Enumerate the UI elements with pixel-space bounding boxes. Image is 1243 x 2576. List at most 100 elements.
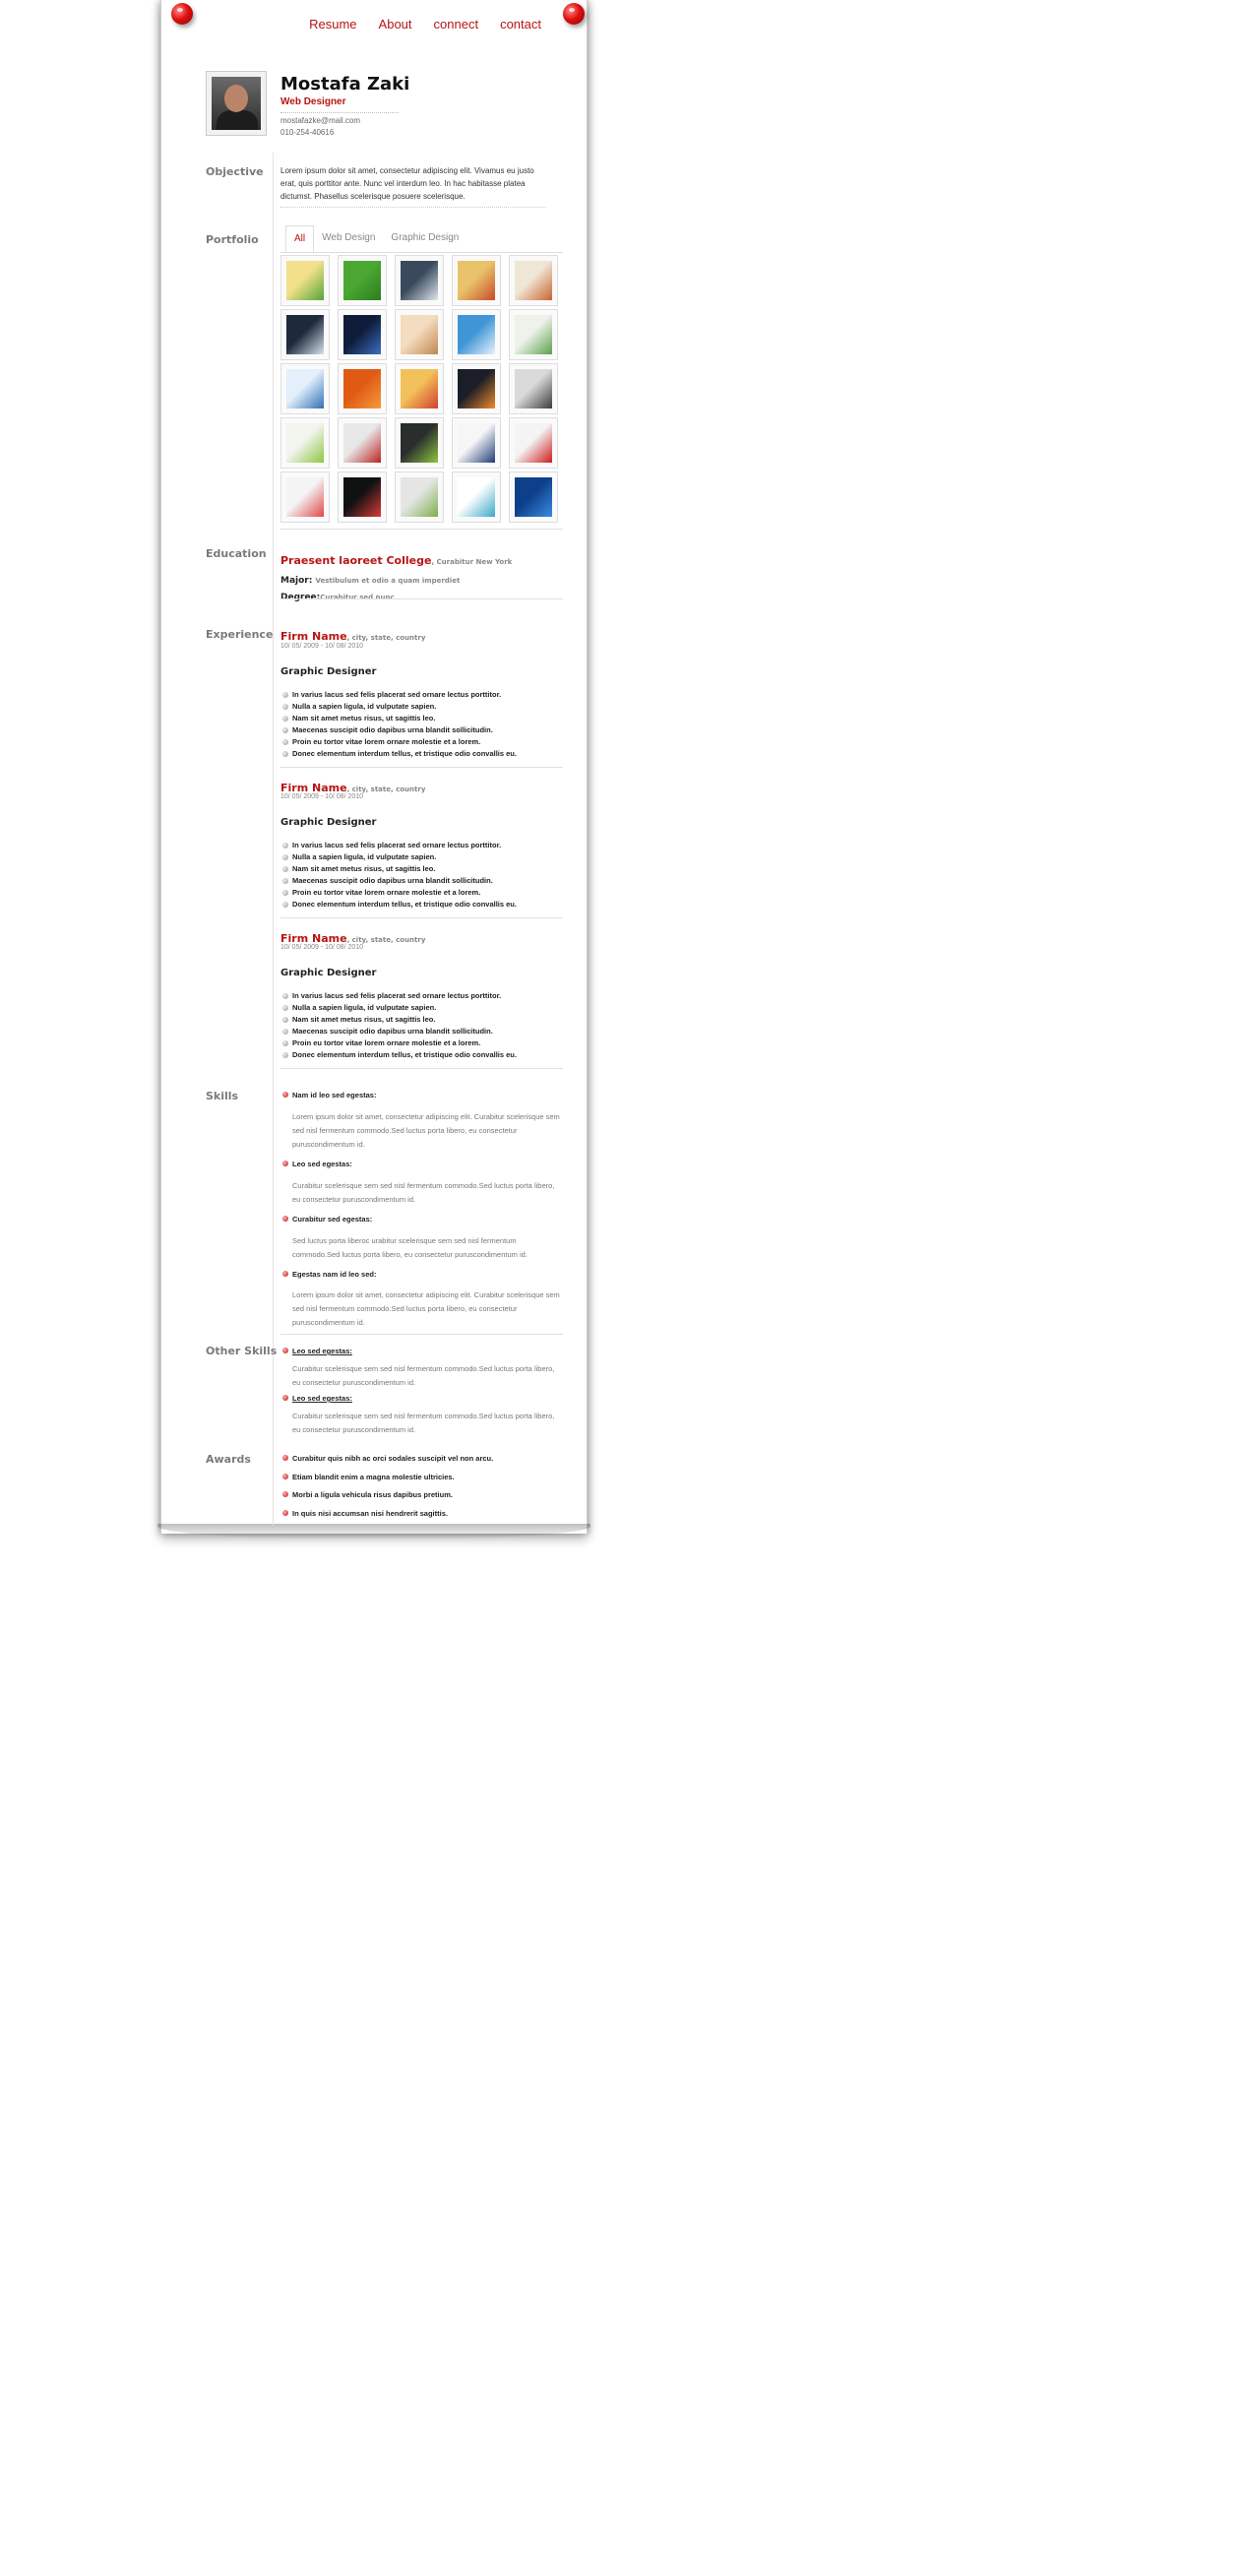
portfolio-thumbnail[interactable]	[395, 363, 444, 414]
section-label-portfolio: Portfolio	[206, 233, 259, 246]
portfolio-thumbnail-image	[343, 369, 381, 408]
portfolio-thumbnail[interactable]	[280, 417, 330, 469]
skill-1-text: Lorem ipsum dolor sit amet, consectetur …	[292, 1112, 560, 1149]
portfolio-thumbnail-image	[286, 261, 324, 300]
other-skill-2-head[interactable]: Leo sed egestas:	[282, 1394, 352, 1403]
list-item: Nam sit amet metus risus, ut sagittis le…	[282, 713, 517, 724]
job-1-firm: Firm Name	[280, 630, 347, 643]
portfolio-thumbnail[interactable]	[395, 471, 444, 523]
profile-role: Web Designer	[280, 96, 346, 107]
portfolio-thumbnail-image	[286, 369, 324, 408]
portfolio-thumbnail[interactable]	[452, 471, 501, 523]
portfolio-thumbnail[interactable]	[509, 309, 558, 360]
section-label-education: Education	[206, 547, 267, 560]
portfolio-thumbnail[interactable]	[509, 417, 558, 469]
award-item: Morbi a ligula vehicula risus dapibus pr…	[282, 1490, 453, 1499]
portfolio-thumbnail-image	[343, 477, 381, 517]
skill-1-head: Nam id leo sed egestas:	[282, 1091, 376, 1100]
job-1-bullets: In varius lacus sed felis placerat sed o…	[282, 689, 517, 760]
portfolio-thumbnail-image	[401, 315, 438, 354]
portfolio-thumbnail-image	[458, 261, 495, 300]
paper-shadow	[157, 1524, 590, 1539]
nav-about[interactable]: About	[379, 17, 412, 31]
tab-graphic-design[interactable]: Graphic Design	[383, 225, 466, 252]
portfolio-thumbnail[interactable]	[338, 255, 387, 306]
portfolio-thumbnail[interactable]	[338, 309, 387, 360]
list-item: Donec elementum interdum tellus, et tris…	[282, 899, 517, 911]
list-item: Nulla a sapien ligula, id vulputate sapi…	[282, 701, 517, 713]
major-value: Vestibulum et odio a quam imperdiet	[315, 577, 461, 585]
other-skill-1-text: Curabitur scelerisque sem sed nisl ferme…	[292, 1364, 555, 1387]
profile-phone: 010-254-40616	[280, 128, 335, 137]
portfolio-thumbnail[interactable]	[280, 255, 330, 306]
portfolio-thumbnail[interactable]	[452, 363, 501, 414]
portfolio-thumbnail[interactable]	[338, 417, 387, 469]
job-1-divider	[280, 767, 563, 768]
job-1-title: Graphic Designer	[280, 666, 377, 677]
portfolio-thumbnail[interactable]	[395, 417, 444, 469]
list-item: Proin eu tortor vitae lorem ornare moles…	[282, 736, 517, 748]
job-3-location: , city, state, country	[346, 936, 426, 944]
job-2-dates: 10/ 05/ 2009 - 10/ 08/ 2010	[280, 793, 364, 800]
portfolio-tabs: All Web Design Graphic Design	[285, 225, 466, 252]
nav-resume[interactable]: Resume	[309, 17, 356, 31]
portfolio-thumbnail-image	[458, 315, 495, 354]
list-item: Maecenas suscipit odio dapibus urna blan…	[282, 724, 517, 736]
portfolio-thumbnail[interactable]	[452, 417, 501, 469]
job-3-dates: 10/ 05/ 2009 - 10/ 08/ 2010	[280, 944, 364, 951]
job-3-bullets: In varius lacus sed felis placerat sed o…	[282, 990, 517, 1061]
tab-all[interactable]: All	[285, 225, 315, 252]
list-item: In varius lacus sed felis placerat sed o…	[282, 990, 517, 1002]
job-1-dates: 10/ 05/ 2009 - 10/ 08/ 2010	[280, 643, 364, 650]
portfolio-thumbnail[interactable]	[395, 309, 444, 360]
portfolio-thumbnail[interactable]	[338, 363, 387, 414]
section-label-other-skills: Other Skills	[206, 1345, 278, 1357]
list-item: Proin eu tortor vitae lorem ornare moles…	[282, 887, 517, 899]
portfolio-thumbnail[interactable]	[395, 255, 444, 306]
skill-2-head: Leo sed egestas:	[282, 1160, 352, 1168]
portfolio-thumbnail[interactable]	[509, 363, 558, 414]
other-skill-1-head[interactable]: Leo sed egestas:	[282, 1347, 352, 1355]
college-location: , Curabitur New York	[431, 558, 513, 566]
portfolio-thumbnail-image	[515, 315, 552, 354]
section-divider-vertical	[273, 153, 274, 1526]
skills-divider	[280, 1334, 563, 1335]
portfolio-thumbnail[interactable]	[280, 309, 330, 360]
skill-3-text: Sed luctus porta liberoc urabitur sceler…	[292, 1236, 528, 1259]
education-divider	[280, 598, 563, 599]
portfolio-thumbnail[interactable]	[280, 363, 330, 414]
top-nav: Resume About connect contact	[309, 17, 541, 31]
portfolio-thumbnail-image	[458, 477, 495, 517]
header-divider	[280, 112, 399, 113]
list-item: In varius lacus sed felis placerat sed o…	[282, 689, 517, 701]
list-item: Proin eu tortor vitae lorem ornare moles…	[282, 1037, 517, 1049]
portfolio-thumbnail[interactable]	[452, 309, 501, 360]
job-2-bullets: In varius lacus sed felis placerat sed o…	[282, 840, 517, 911]
tab-web-design[interactable]: Web Design	[314, 225, 383, 252]
section-label-objective: Objective	[206, 165, 264, 178]
job-2-location: , city, state, country	[346, 785, 426, 793]
section-label-awards: Awards	[206, 1453, 251, 1466]
objective-divider	[280, 207, 546, 208]
portfolio-thumbnail[interactable]	[338, 471, 387, 523]
portfolio-thumbnail[interactable]	[452, 255, 501, 306]
portfolio-thumbnail-image	[343, 423, 381, 463]
nav-contact[interactable]: contact	[500, 17, 541, 31]
nav-connect[interactable]: connect	[434, 17, 479, 31]
portfolio-thumbnail[interactable]	[509, 471, 558, 523]
job-3-divider	[280, 1068, 563, 1069]
award-item: In quis nisi accumsan nisi hendrerit sag…	[282, 1509, 448, 1518]
portfolio-thumbnail-image	[401, 423, 438, 463]
portfolio-thumbnail-image	[343, 315, 381, 354]
skill-4-text: Lorem ipsum dolor sit amet, consectetur …	[292, 1290, 560, 1327]
list-item: Donec elementum interdum tellus, et tris…	[282, 1049, 517, 1061]
education-college-line: Praesent laoreet College, Curabitur New …	[280, 549, 512, 568]
portfolio-thumbnail-image	[401, 477, 438, 517]
list-item: Maecenas suscipit odio dapibus urna blan…	[282, 875, 517, 887]
portfolio-thumbnail[interactable]	[280, 471, 330, 523]
portfolio-thumbnail[interactable]	[509, 255, 558, 306]
portfolio-thumbnail-image	[515, 369, 552, 408]
job-2-divider	[280, 917, 563, 918]
award-item: Curabitur quis nibh ac orci sodales susc…	[282, 1454, 493, 1463]
portfolio-tab-baseline	[280, 252, 563, 253]
